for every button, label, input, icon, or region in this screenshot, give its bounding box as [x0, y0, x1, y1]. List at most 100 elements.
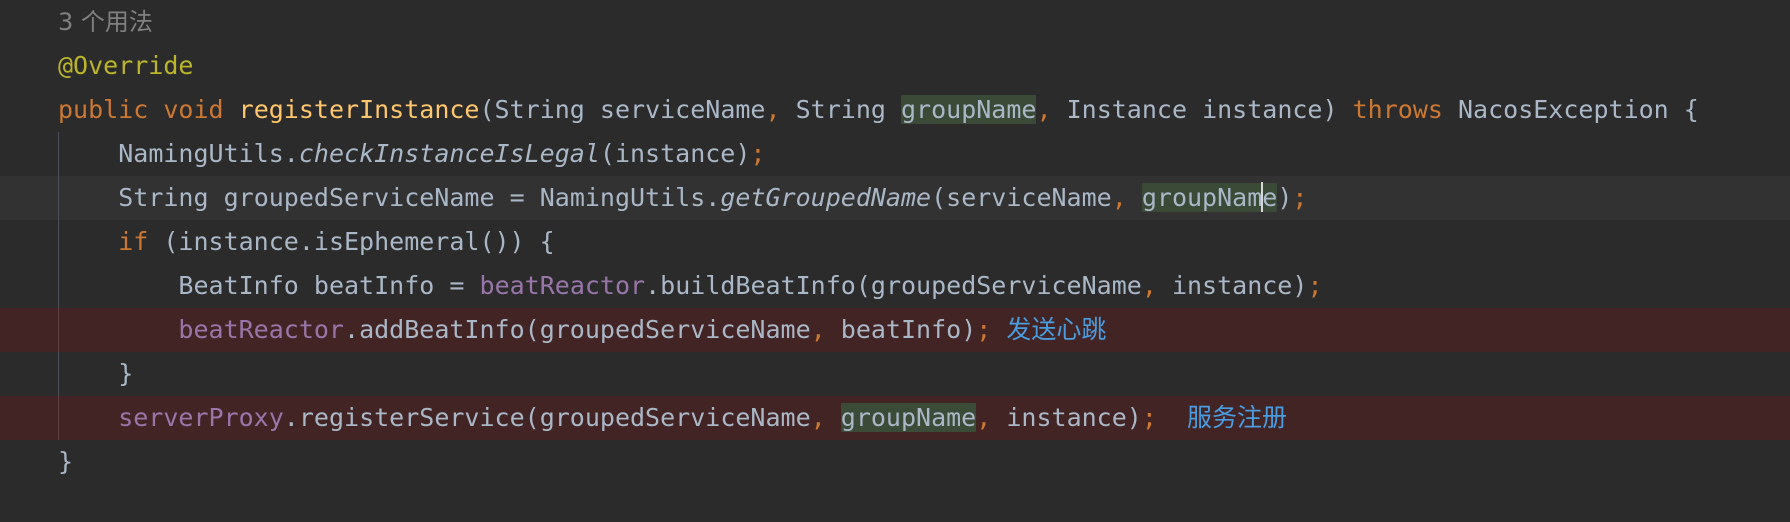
beatinfo-var: beatInfo — [313, 271, 435, 300]
cjk-note-heartbeat: 发送心跳 — [1006, 315, 1107, 344]
dot: . — [283, 139, 299, 168]
code-line-grouped-service-name[interactable]: String groupedServiceName = NamingUtils.… — [0, 176, 1790, 220]
semicolon: ; — [1307, 271, 1323, 300]
server-proxy-field: serverProxy — [118, 403, 284, 432]
code-editor[interactable]: 3 个用法 @Override public void registerInst… — [0, 0, 1790, 522]
code-line-add-beat-info[interactable]: beatReactor.addBeatInfo(groupedServiceNa… — [0, 308, 1790, 352]
param1-name: serviceName — [599, 95, 766, 124]
comma: , — [765, 95, 781, 124]
param3-type: Instance — [1066, 95, 1188, 124]
close-brace: } — [58, 447, 74, 476]
param2-type: String — [795, 95, 886, 124]
beat-reactor-field: beatReactor — [479, 271, 646, 300]
group-name-occurrence-with-caret[interactable]: groupName — [1141, 182, 1278, 212]
code-line-close-if[interactable]: } — [0, 352, 1790, 396]
comma: , — [810, 403, 826, 432]
open-paren: ( — [479, 95, 495, 124]
group-name-occurrence[interactable]: groupName — [840, 403, 977, 432]
assign-operator: = — [449, 271, 465, 300]
assign-operator: = — [509, 183, 525, 212]
grouped-type: String — [118, 183, 209, 212]
dot: . — [344, 315, 360, 344]
grouped-var: groupedServiceName — [223, 183, 495, 212]
override-annotation: @Override — [58, 51, 194, 80]
register-arg1: groupedServiceName — [539, 403, 811, 432]
comma: , — [976, 403, 992, 432]
register-service-call: registerService — [298, 403, 525, 432]
comma: , — [1036, 95, 1052, 124]
beatinfo-arg2: instance — [1171, 271, 1293, 300]
check-instance-is-legal-call: checkInstanceIsLegal — [298, 139, 600, 168]
build-beat-info-call: buildBeatInfo — [660, 271, 856, 300]
exception-type: NacosException — [1458, 95, 1669, 124]
param2-name-highlighted[interactable]: groupName — [901, 95, 1037, 124]
beatinfo-arg1: groupedServiceName — [870, 271, 1142, 300]
usages-inlay-hint[interactable]: 3 个用法 — [0, 0, 1790, 44]
check-args: (instance) — [599, 139, 751, 168]
throws-keyword: throws — [1352, 95, 1443, 124]
naming-utils-receiver: NamingUtils — [539, 183, 706, 212]
open-brace: { — [539, 227, 555, 256]
modifier-keyword: public — [58, 95, 149, 124]
open-paren: ( — [524, 315, 540, 344]
dot: . — [283, 403, 299, 432]
if-condition: (instance.isEphemeral()) — [148, 227, 540, 256]
group-name-before-caret: groupNam — [1141, 183, 1263, 212]
semicolon: ; — [1292, 183, 1308, 212]
grouped-arg1: serviceName — [946, 183, 1112, 212]
dot: . — [705, 183, 721, 212]
code-line-if-ephemeral[interactable]: if (instance.isEphemeral()) { — [0, 220, 1790, 264]
add-beat-info-call: addBeatInfo — [359, 315, 525, 344]
code-line-annotation[interactable]: @Override — [0, 44, 1790, 88]
code-line-method-signature[interactable]: public void registerInstance(String serv… — [0, 88, 1790, 132]
open-brace: { — [1683, 95, 1699, 124]
semicolon: ; — [750, 139, 766, 168]
addbeat-arg1: groupedServiceName — [539, 315, 811, 344]
close-brace: } — [118, 359, 134, 388]
comma: , — [1141, 271, 1157, 300]
cjk-note-service-registration: 服务注册 — [1187, 403, 1288, 432]
comma: , — [810, 315, 826, 344]
code-line-close-method[interactable]: } — [0, 440, 1790, 484]
register-arg3: instance — [1006, 403, 1127, 432]
close-paren: ) — [1277, 183, 1293, 212]
naming-utils-receiver: NamingUtils — [118, 139, 284, 168]
semicolon: ; — [1141, 403, 1157, 432]
addbeat-arg2: beatInfo — [840, 315, 962, 344]
dot: . — [645, 271, 661, 300]
close-paren: ) — [1126, 403, 1142, 432]
code-line-register-service[interactable]: serverProxy.registerService(groupedServi… — [0, 396, 1790, 440]
code-line-build-beat-info[interactable]: BeatInfo beatInfo = beatReactor.buildBea… — [0, 264, 1790, 308]
method-name: registerInstance — [238, 95, 480, 124]
semicolon: ; — [976, 315, 992, 344]
get-grouped-name-call: getGroupedName — [720, 183, 932, 212]
beat-reactor-field: beatReactor — [178, 315, 344, 344]
code-line-check-instance[interactable]: NamingUtils.checkInstanceIsLegal(instanc… — [0, 132, 1790, 176]
group-name-after-caret: e — [1262, 183, 1278, 212]
param1-type: String — [494, 95, 585, 124]
